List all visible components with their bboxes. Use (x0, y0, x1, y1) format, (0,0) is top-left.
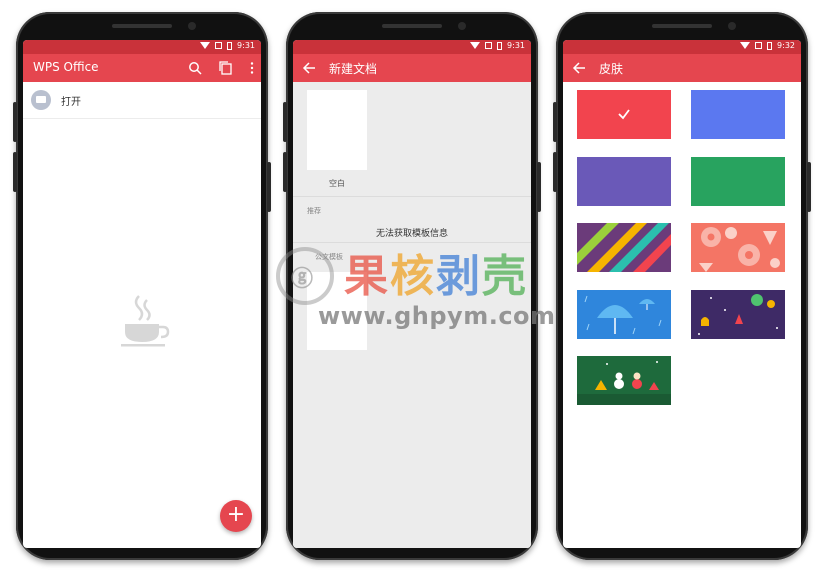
wifi-icon (470, 42, 481, 49)
phone-frame-3: 9:32 皮肤 (553, 12, 811, 560)
skin-donuts[interactable] (691, 223, 785, 272)
front-camera (188, 22, 196, 30)
earpiece (652, 24, 712, 28)
skin-christmas[interactable] (577, 356, 671, 405)
error-message: 无法获取模板信息 (375, 229, 448, 239)
multi-document-icon[interactable] (219, 61, 233, 75)
status-bar: 9:32 (563, 40, 801, 54)
front-camera (458, 22, 466, 30)
blank-document-card[interactable] (307, 90, 367, 170)
recommend-section-label: 推荐 (307, 207, 321, 215)
volume-button (553, 102, 557, 142)
power-button (537, 162, 541, 212)
bixby-button (13, 152, 17, 192)
power-button (267, 162, 271, 212)
skin-blue[interactable] (691, 90, 785, 139)
status-time: 9:31 (507, 41, 525, 50)
wifi-icon (200, 42, 211, 49)
skin-green[interactable] (691, 157, 785, 206)
blank-label: 空白 (329, 179, 345, 188)
skin-umbrella[interactable] (577, 290, 671, 339)
empty-coffee-cup-icon (121, 295, 170, 347)
watermark-char: 壳 (482, 251, 526, 302)
earpiece (382, 24, 442, 28)
back-arrow-icon[interactable] (302, 61, 316, 75)
app-title: WPS Office (33, 60, 99, 74)
app-toolbar: 皮肤 (563, 54, 801, 82)
search-icon[interactable] (188, 61, 202, 75)
page-title: 皮肤 (599, 62, 624, 76)
status-time: 9:32 (777, 41, 795, 50)
app-toolbar: 新建文档 (293, 54, 531, 82)
no-sim-icon (755, 42, 763, 49)
bixby-button (283, 152, 287, 192)
status-bar: 9:31 (293, 40, 531, 54)
app-toolbar: WPS Office (23, 54, 261, 82)
earpiece (112, 24, 172, 28)
skin-stripes[interactable] (577, 223, 671, 272)
battery-icon (497, 41, 503, 50)
skin-space[interactable] (691, 290, 785, 339)
bixby-button (553, 152, 557, 192)
battery-icon (767, 41, 773, 50)
front-camera (728, 22, 736, 30)
wifi-icon (740, 42, 751, 49)
page-title: 新建文档 (329, 62, 378, 76)
status-time: 9:31 (237, 41, 255, 50)
screen-home: 9:31 WPS Office 打开 + (23, 40, 261, 548)
check-icon (618, 109, 630, 120)
watermark-char: 果 (344, 251, 388, 302)
open-label: 打开 (61, 97, 81, 108)
no-sim-icon (485, 42, 493, 49)
power-button (807, 162, 811, 212)
skin-red[interactable] (577, 90, 671, 139)
open-file-row[interactable]: 打开 (23, 82, 261, 119)
watermark-logo: ⓖ (276, 247, 334, 305)
watermark-logo-glyph: ⓖ (291, 267, 314, 292)
watermark-chinese: 果 核 剥 壳 (344, 240, 526, 304)
volume-button (13, 102, 17, 142)
screen-skins: 9:32 皮肤 (563, 40, 801, 548)
battery-icon (227, 41, 233, 50)
no-sim-icon (215, 42, 223, 49)
folder-icon (31, 90, 51, 110)
watermark-char: 核 (390, 251, 434, 302)
watermark-url: www.ghpym.com (318, 302, 556, 330)
phone-frame-1: 9:31 WPS Office 打开 + (13, 12, 271, 560)
create-new-fab[interactable]: + (220, 500, 252, 532)
status-bar: 9:31 (23, 40, 261, 54)
skin-purple[interactable] (577, 157, 671, 206)
watermark-char: 剥 (436, 251, 480, 302)
volume-button (283, 102, 287, 142)
back-arrow-icon[interactable] (572, 61, 586, 75)
more-vertical-icon[interactable] (245, 61, 259, 75)
divider (293, 196, 531, 197)
